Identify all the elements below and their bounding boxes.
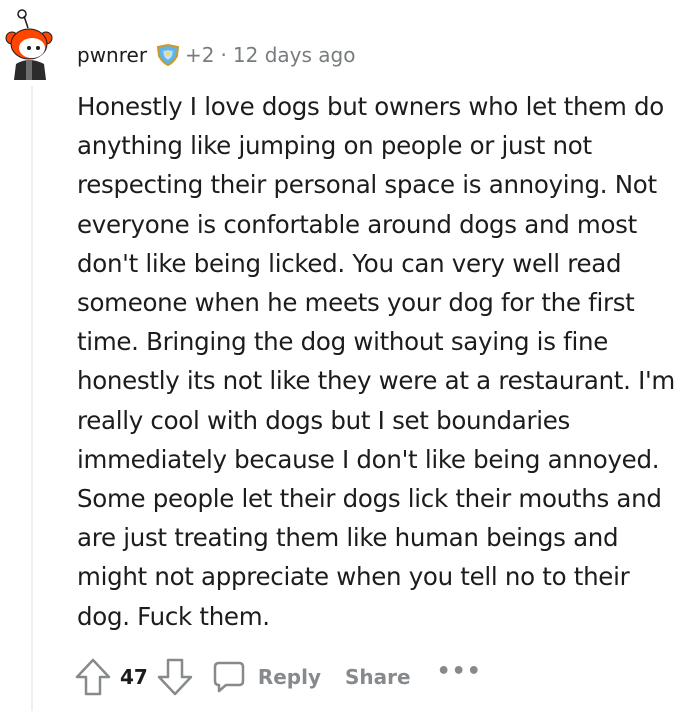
comment: pwnrer +2 · 12 days ago Honestly I love … <box>0 0 700 711</box>
timestamp[interactable]: 12 days ago <box>233 43 356 67</box>
action-bar: 47 Reply Share ••• <box>74 655 482 699</box>
reply-label: Reply <box>257 665 322 689</box>
comment-bubble-icon <box>213 661 245 693</box>
downvote-arrow-icon[interactable] <box>156 657 194 697</box>
more-options-icon[interactable]: ••• <box>437 659 482 684</box>
reply-button[interactable]: Reply <box>212 660 321 694</box>
award-shield-icon[interactable] <box>155 43 181 67</box>
comment-body: Honestly I love dogs but owners who let … <box>77 92 676 631</box>
thread-line[interactable] <box>31 86 33 711</box>
avatar[interactable] <box>2 8 58 80</box>
karma-score: +2 <box>185 43 215 67</box>
username[interactable]: pwnrer <box>77 43 147 67</box>
share-button[interactable]: Share <box>345 665 411 689</box>
separator-dot: · <box>220 43 227 67</box>
vote-count: 47 <box>120 665 148 689</box>
snoo-avatar-icon <box>5 9 53 80</box>
comment-header: pwnrer +2 · 12 days ago <box>77 40 355 70</box>
upvote-arrow-icon[interactable] <box>74 657 112 697</box>
